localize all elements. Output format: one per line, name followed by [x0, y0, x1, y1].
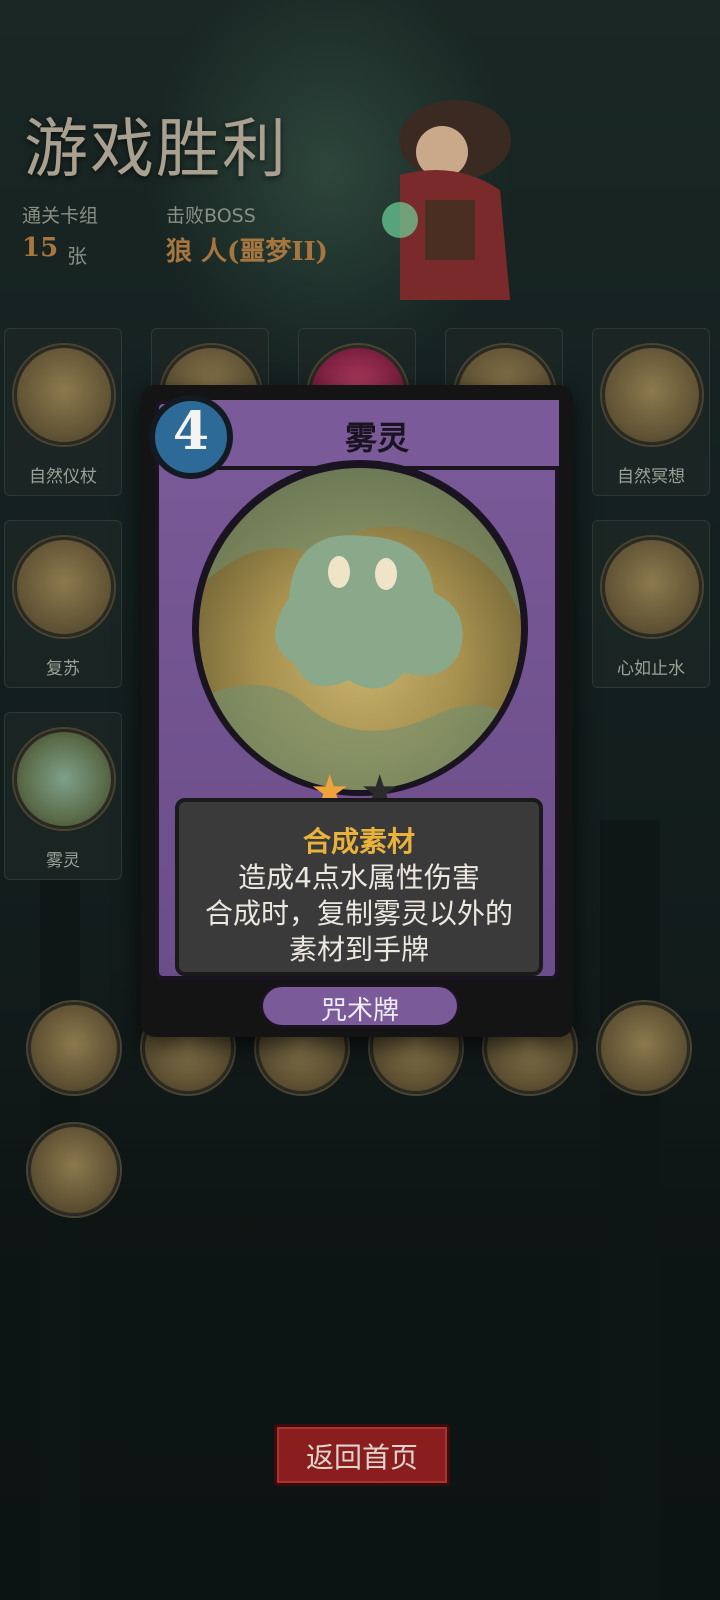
- page-title: 游戏胜利: [24, 113, 288, 187]
- mist-spirit-icon: [14, 729, 114, 829]
- hero-character-image: [382, 100, 511, 300]
- card-name: 雾灵: [344, 419, 409, 457]
- deck-slot-label: 心如止水: [617, 659, 685, 679]
- deck-slot[interactable]: 自然冥想: [592, 328, 710, 496]
- deck-slot-label: 自然冥想: [617, 467, 685, 487]
- bubble-icon[interactable]: [598, 1002, 690, 1094]
- card-description-line: 造成4点水属性伤害: [238, 861, 480, 894]
- deck-slot[interactable]: 心如止水: [592, 520, 710, 688]
- boss-label: 击败BOSS: [166, 205, 256, 227]
- deck-count: 15: [22, 233, 59, 263]
- boss-name: 狼 人(噩梦II): [166, 237, 328, 267]
- deck-label: 通关卡组: [22, 205, 99, 227]
- deck-slot-label: 自然仪杖: [29, 467, 97, 487]
- deck-slot[interactable]: 自然仪杖: [4, 328, 122, 496]
- card-subtitle: 合成素材: [302, 825, 415, 858]
- deck-slot-label: 雾灵: [46, 851, 80, 871]
- sprout-icon: [14, 537, 114, 637]
- card-description-line: 合成时，复制雾灵以外的: [204, 897, 513, 930]
- staff-icon: [14, 345, 114, 445]
- ground-silhouette: [0, 1240, 720, 1600]
- deck-unit: 张: [67, 244, 87, 268]
- return-home-button-label[interactable]: 返回首页: [274, 1436, 450, 1476]
- water-stone-icon: [602, 537, 702, 637]
- card-art-image: [199, 468, 521, 790]
- water-plant-icon[interactable]: [28, 1002, 120, 1094]
- deck-slot-label: 复苏: [46, 659, 80, 679]
- card-description-line: 素材到手牌: [288, 933, 429, 966]
- deck-slot[interactable]: 复苏: [4, 520, 122, 688]
- card-cost: 4: [172, 401, 210, 462]
- card-type: 咒术牌: [320, 996, 399, 1026]
- deck-slot[interactable]: 雾灵: [4, 712, 122, 880]
- sword-icon[interactable]: [28, 1124, 120, 1216]
- meditation-icon: [602, 345, 702, 445]
